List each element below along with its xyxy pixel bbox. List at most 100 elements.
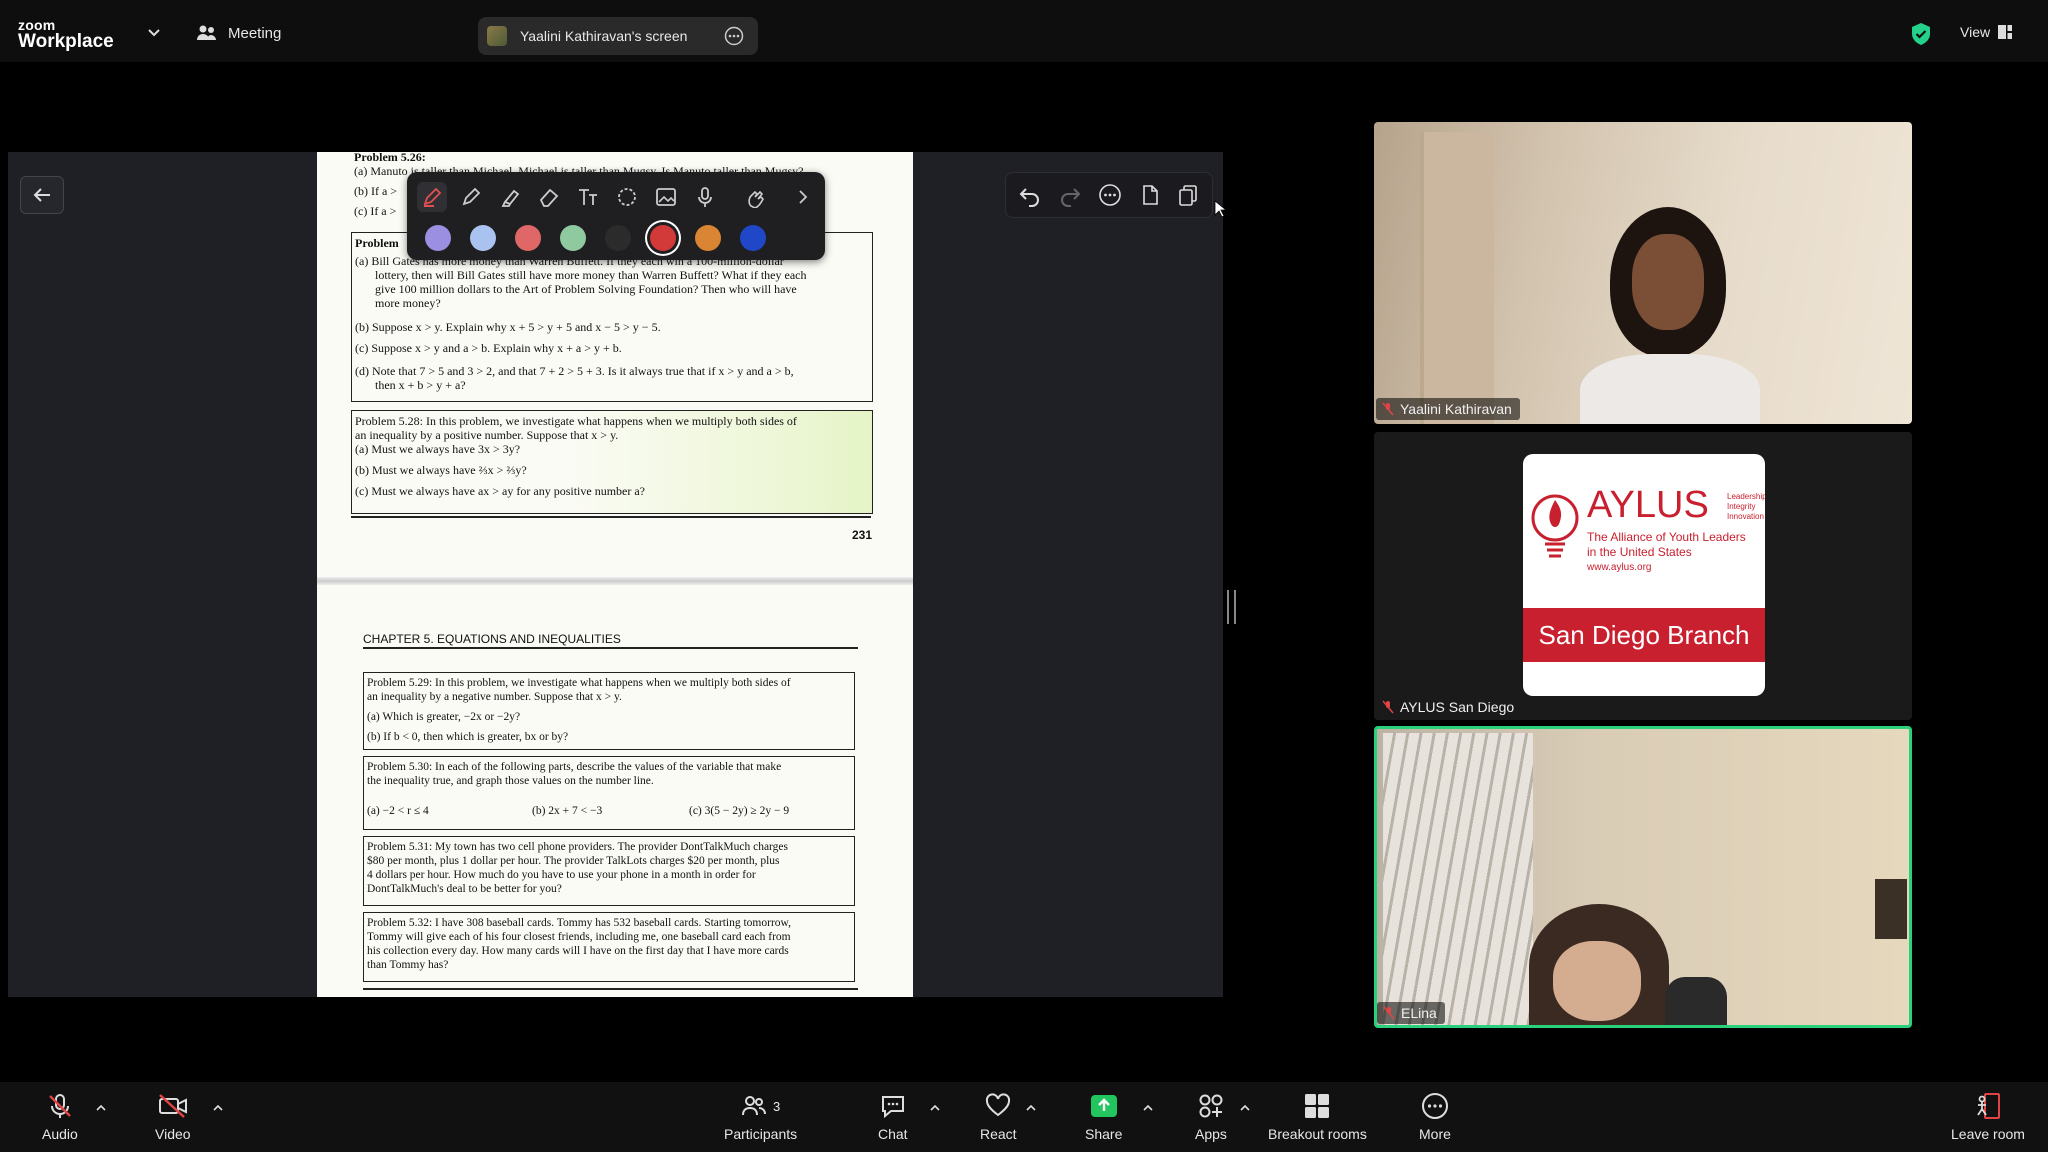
aylus-card: AYLUS Leadership Integrity Innovation Th…	[1523, 454, 1765, 696]
view-label: View	[1960, 24, 1991, 40]
meeting-label: Meeting	[228, 24, 282, 42]
leave-room-button[interactable]: Leave room	[1951, 1092, 2025, 1142]
apps-options-caret-icon[interactable]	[1240, 1103, 1250, 1113]
view-button[interactable]: View	[1960, 24, 2013, 40]
problem-528-line: (b) Must we always have ⅔x > ⅔y?	[355, 463, 527, 477]
apps-button[interactable]: Apps	[1195, 1092, 1227, 1142]
video-tile-aylus[interactable]: AYLUS Leadership Integrity Innovation Th…	[1374, 432, 1912, 720]
problem-529-line: (a) Which is greater, −2x or −2y?	[367, 711, 521, 723]
color-swatch[interactable]	[740, 225, 766, 251]
leave-room-label: Leave room	[1951, 1126, 2025, 1142]
heart-react-icon	[986, 1093, 1011, 1117]
color-swatch[interactable]	[695, 225, 721, 251]
react-button[interactable]: React	[980, 1092, 1017, 1142]
video-off-icon	[158, 1094, 187, 1118]
undo-icon[interactable]	[1018, 183, 1042, 207]
hand-draw-icon[interactable]	[741, 182, 771, 212]
microphone-icon[interactable]	[690, 182, 720, 212]
layout-icon	[1998, 25, 2013, 39]
problem-531-line: DontTalkMuch's deal to be better for you…	[367, 883, 562, 895]
video-button[interactable]: Video	[155, 1092, 191, 1142]
aylus-tagline: Leadership Integrity Innovation	[1727, 492, 1765, 521]
react-options-caret-icon[interactable]	[1026, 1103, 1036, 1113]
sharer-avatar	[487, 26, 507, 46]
text-icon[interactable]	[573, 182, 603, 212]
color-swatch[interactable]	[515, 225, 541, 251]
problem-528-line: (c) Must we always have ax > ay for any …	[355, 484, 646, 498]
smart-export-icon[interactable]	[1138, 183, 1162, 207]
more-options-icon[interactable]	[1098, 183, 1122, 207]
problem-527-line: (c) Suppose x > y and a > b. Explain why…	[355, 341, 622, 355]
color-swatch[interactable]	[605, 225, 631, 251]
sharing-label: Yaalini Kathiravan's screen	[520, 28, 688, 44]
more-options-icon[interactable]	[724, 26, 744, 46]
page-separator	[317, 577, 913, 585]
problem-530-part: (b) 2x + 7 < −3	[532, 805, 603, 817]
more-icon	[1421, 1093, 1448, 1119]
image-icon[interactable]	[651, 182, 681, 212]
problem-527-line: give 100 million dollars to the Art of P…	[375, 282, 797, 296]
participant-face	[1553, 941, 1641, 1021]
chat-button[interactable]: Chat	[878, 1092, 908, 1142]
problem-527-line: then x + b > y + a?	[375, 378, 466, 392]
problem-526-c: (c) If a >	[354, 204, 397, 218]
problem-528-line: (a) Must we always have 3x > 3y?	[355, 442, 521, 456]
sharing-indicator[interactable]: Yaalini Kathiravan's screen	[478, 17, 758, 55]
chat-options-caret-icon[interactable]	[930, 1103, 940, 1113]
share-button[interactable]: Share	[1085, 1092, 1122, 1142]
logo-workplace: Workplace	[18, 31, 114, 52]
mouse-cursor-icon	[1214, 200, 1226, 218]
lasso-select-icon[interactable]	[612, 182, 642, 212]
mic-muted-icon	[1382, 402, 1394, 416]
chair	[1665, 977, 1727, 1025]
react-label: React	[980, 1126, 1017, 1142]
video-tile-yaalini[interactable]: Yaalini Kathiravan	[1374, 122, 1912, 424]
participants-button[interactable]: 3 Participants	[724, 1092, 797, 1142]
problem-532-line: Tommy will give each of his four closest…	[367, 931, 791, 943]
shield-icon[interactable]	[1910, 22, 1932, 46]
audio-options-caret-icon[interactable]	[96, 1103, 106, 1113]
redo-icon[interactable]	[1058, 183, 1082, 207]
selected-color-swatch[interactable]	[650, 225, 676, 251]
problem-527-line: (b) Suppose x > y. Explain why x + 5 > y…	[355, 320, 661, 334]
pen-icon[interactable]	[417, 182, 447, 212]
color-swatch[interactable]	[560, 225, 586, 251]
back-button[interactable]	[20, 176, 64, 214]
chat-icon	[881, 1096, 904, 1119]
color-swatch[interactable]	[470, 225, 496, 251]
meeting-info-button[interactable]: Meeting	[196, 24, 281, 42]
problem-530-part: (a) −2 < r ≤ 4	[367, 805, 429, 817]
highlighter-icon[interactable]	[495, 182, 525, 212]
problem-532-line: Problem 5.32: I have 308 baseball cards.…	[367, 917, 791, 929]
problem-526-b: (b) If a >	[354, 184, 398, 198]
wall-frame	[1875, 879, 1907, 939]
problem-527-label: Problem	[355, 236, 399, 250]
breakout-rooms-button[interactable]: Breakout rooms	[1268, 1092, 1367, 1142]
problem-529-line: (b) If b < 0, then which is greater, bx …	[367, 731, 569, 743]
people-icon	[197, 25, 216, 40]
copy-icon[interactable]	[1176, 183, 1200, 207]
chevron-right-icon[interactable]	[788, 182, 818, 212]
mic-muted-icon	[1382, 700, 1394, 714]
pencil-icon[interactable]	[456, 182, 486, 212]
video-tile-elina[interactable]: ELina	[1374, 726, 1912, 1028]
chevron-down-icon[interactable]	[146, 24, 162, 40]
eraser-icon[interactable]	[534, 182, 564, 212]
participant-name: Yaalini Kathiravan	[1400, 401, 1512, 417]
audio-button[interactable]: Audio	[42, 1092, 78, 1142]
color-swatch[interactable]	[425, 225, 451, 251]
arrow-left-icon	[33, 188, 50, 202]
torch-logo	[1531, 494, 1579, 558]
problem-530-line: the inequality true, and graph those val…	[367, 775, 654, 787]
apps-label: Apps	[1195, 1126, 1227, 1142]
page-number: 231	[852, 528, 873, 542]
aylus-brand: AYLUS	[1587, 484, 1709, 526]
resize-handle[interactable]	[1227, 590, 1236, 624]
share-options-caret-icon[interactable]	[1143, 1103, 1153, 1113]
problem-527-line: more money?	[375, 296, 441, 310]
more-button[interactable]: More	[1419, 1092, 1451, 1142]
problem-531-line: Problem 5.31: My town has two cell phone…	[367, 841, 788, 853]
participants-count: 3	[772, 1098, 781, 1114]
problem-530-line: Problem 5.30: In each of the following p…	[367, 761, 782, 773]
video-options-caret-icon[interactable]	[213, 1103, 223, 1113]
